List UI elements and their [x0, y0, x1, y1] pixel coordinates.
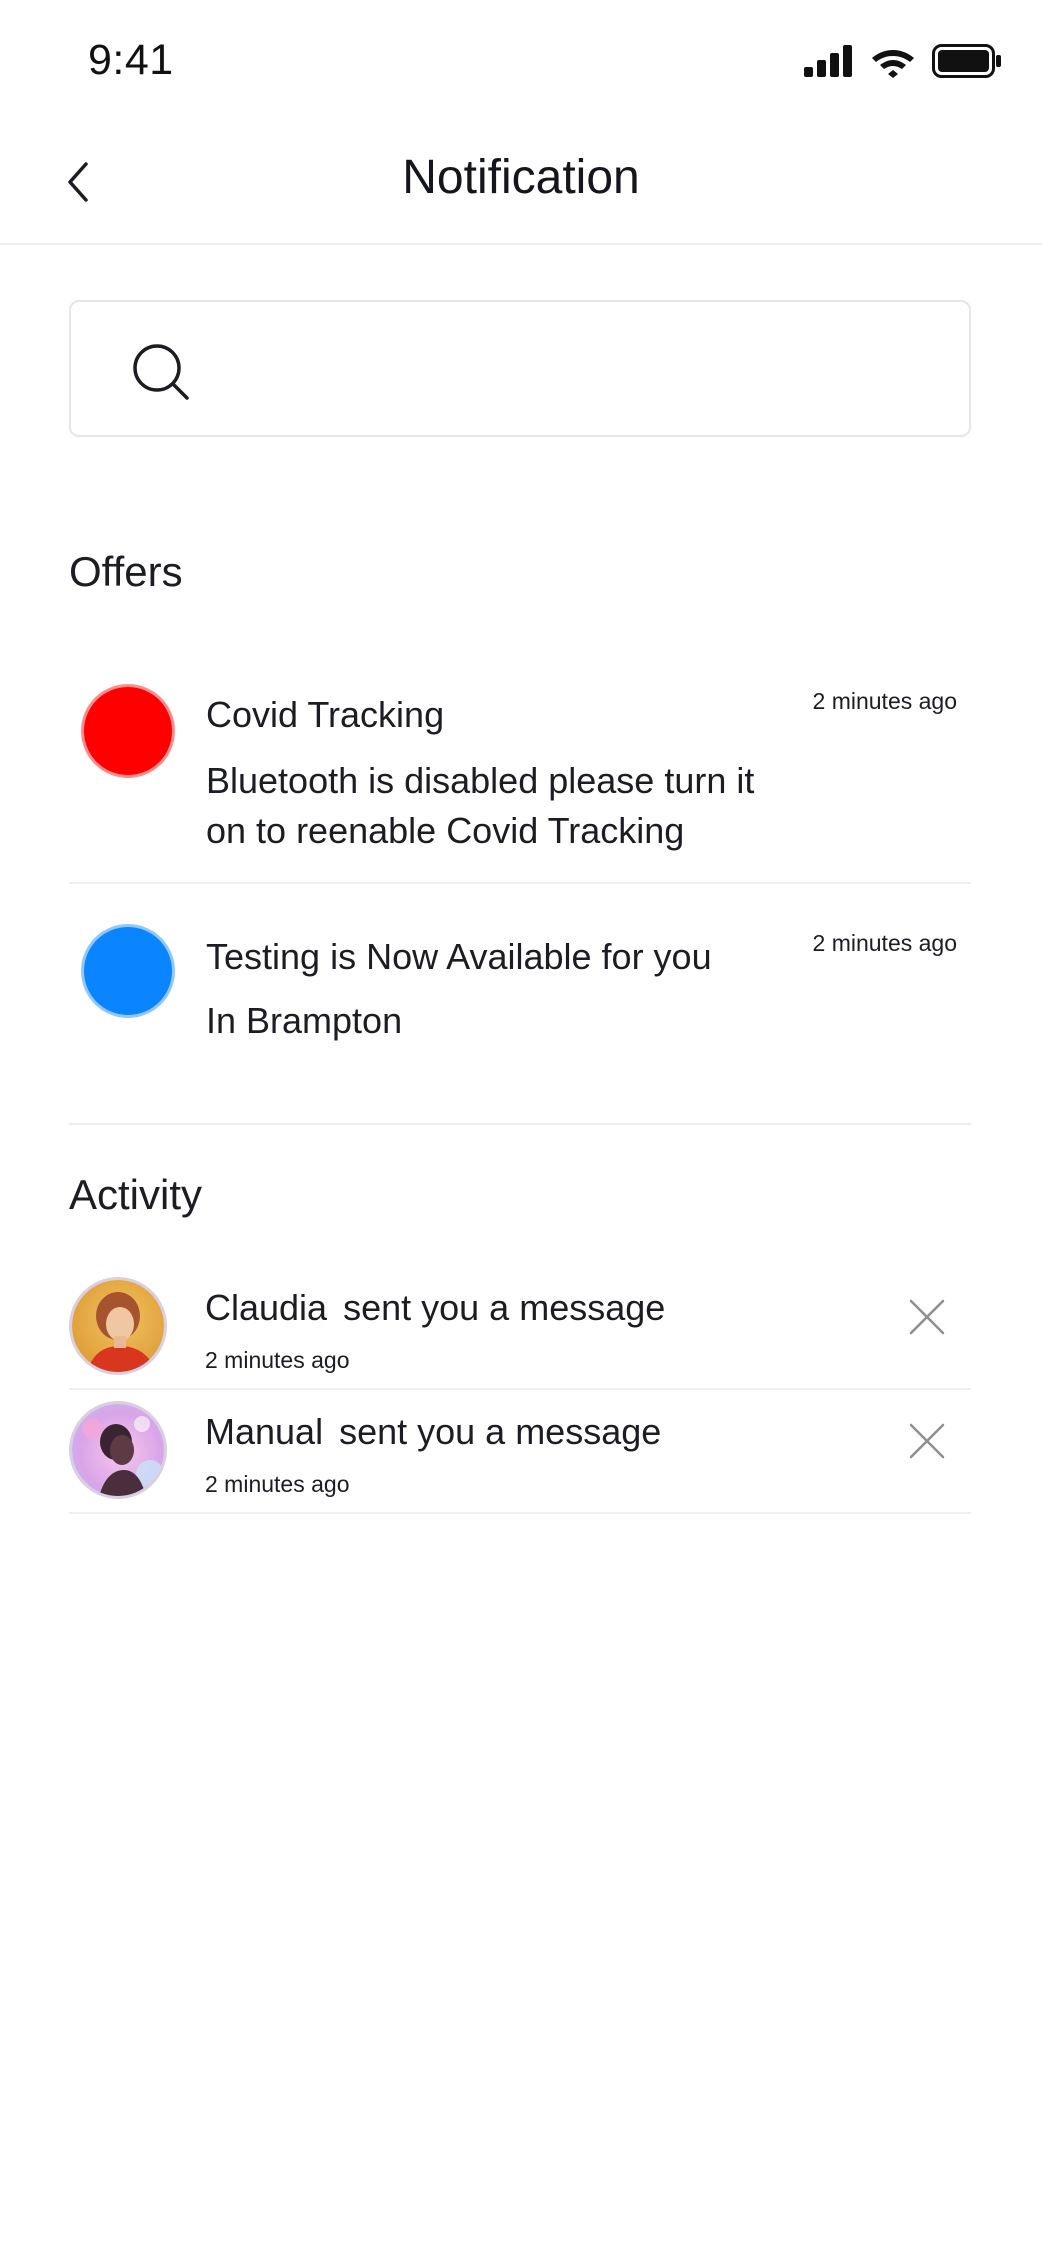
offers-section-title: Offers: [69, 548, 183, 595]
nav-bar: Notification: [0, 120, 1042, 245]
avatar-claudia-image: [72, 1280, 164, 1372]
dismiss-button[interactable]: [903, 1417, 951, 1465]
offer-title: Covid Tracking: [206, 694, 445, 735]
status-bar: 9:41: [0, 0, 1042, 120]
offer-item-testing[interactable]: Testing is Now Available for you In Bram…: [69, 882, 971, 1125]
close-icon: [909, 1299, 945, 1335]
activity-sender-name: Claudia: [205, 1287, 328, 1328]
dismiss-button[interactable]: [903, 1293, 951, 1341]
offer-indicator-blue: [81, 924, 175, 1018]
offer-time: 2 minutes ago: [812, 930, 957, 956]
wifi-icon: [872, 50, 914, 78]
activity-text: Claudia sent you a message: [205, 1287, 665, 1329]
activity-message: sent you a message: [343, 1287, 666, 1328]
offer-body: In Brampton: [206, 1000, 403, 1041]
cellular-signal-icon: [804, 45, 852, 77]
page-title: Notification: [402, 151, 640, 204]
activity-item-claudia[interactable]: Claudia sent you a message 2 minutes ago: [69, 1265, 971, 1390]
status-time: 9:41: [88, 36, 174, 84]
status-icons: [804, 44, 1002, 78]
offer-indicator-red: [81, 684, 175, 778]
activity-text: Manual sent you a message: [205, 1411, 661, 1453]
offer-body: Bluetooth is disabled please turn it on …: [206, 760, 755, 851]
activity-item-manual[interactable]: Manual sent you a message 2 minutes ago: [69, 1389, 971, 1514]
search-icon: [133, 344, 189, 400]
close-icon: [909, 1423, 945, 1459]
activity-time: 2 minutes ago: [205, 1347, 350, 1373]
search-input[interactable]: [221, 332, 925, 409]
activity-sender-name: Manual: [205, 1411, 324, 1452]
avatar-claudia: [69, 1277, 167, 1375]
avatar-manual: [69, 1401, 167, 1499]
offer-title: Testing is Now Available for you: [206, 936, 712, 977]
offer-item-covid-tracking[interactable]: Covid Tracking Bluetooth is disabled ple…: [69, 660, 971, 884]
activity-section-title: Activity: [69, 1171, 203, 1218]
avatar-manual-image: [72, 1404, 164, 1496]
activity-message: sent you a message: [339, 1411, 662, 1452]
activity-time: 2 minutes ago: [205, 1471, 350, 1497]
offer-time: 2 minutes ago: [812, 688, 957, 714]
search-box[interactable]: [69, 300, 971, 437]
battery-icon: [932, 44, 1001, 78]
